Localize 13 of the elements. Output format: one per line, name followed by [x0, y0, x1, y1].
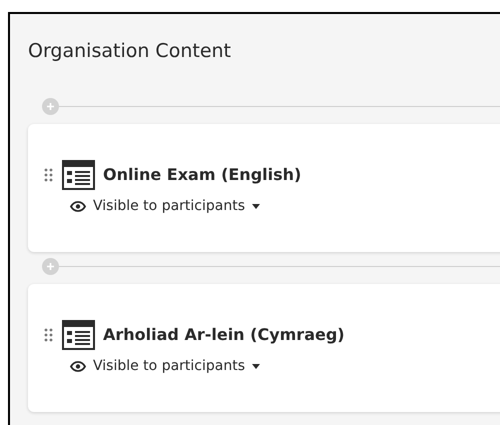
eye-icon	[70, 200, 86, 212]
caret-icon	[252, 204, 260, 209]
caret-icon	[252, 364, 260, 369]
eye-icon	[70, 360, 86, 372]
form-icon	[62, 160, 95, 190]
item-title[interactable]: Online Exam (English)	[103, 162, 302, 187]
drag-handle-icon[interactable]	[44, 168, 54, 182]
drag-handle-icon[interactable]	[44, 328, 54, 342]
visibility-dropdown[interactable]: Visible to participants	[70, 196, 260, 217]
form-icon	[62, 320, 95, 350]
visibility-dropdown[interactable]: Visible to participants	[70, 356, 260, 377]
page-title: Organisation Content	[28, 39, 232, 64]
item-title[interactable]: Arholiad Ar-lein (Cymraeg)	[103, 322, 345, 347]
